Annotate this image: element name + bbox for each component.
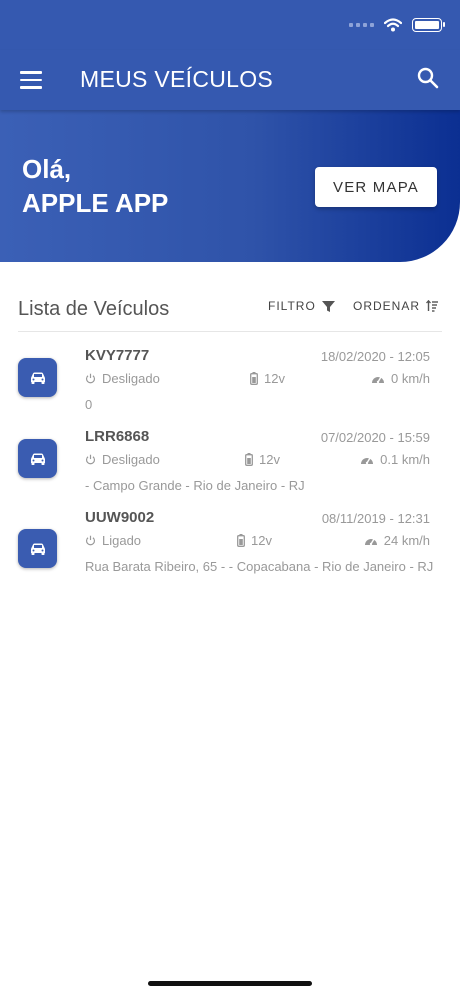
power-icon <box>85 454 96 465</box>
car-badge <box>18 439 57 478</box>
speedometer-icon <box>364 538 377 546</box>
voltage-label: 12v <box>264 371 285 386</box>
user-name: APPLE APP <box>22 188 169 218</box>
voltage-status: 12v <box>250 371 285 386</box>
battery-status-icon <box>412 18 445 32</box>
vehicle-list-item[interactable]: KVY7777 18/02/2020 - 12:05 Desligado 12v… <box>0 347 460 417</box>
car-icon <box>30 372 45 384</box>
ignition-status: Desligado <box>85 371 160 386</box>
vehicle-list-item[interactable]: UUW9002 08/11/2019 - 12:31 Ligado 12v 24… <box>0 509 460 599</box>
wifi-icon <box>384 18 402 32</box>
ignition-label: Desligado <box>102 371 160 386</box>
home-indicator[interactable] <box>148 981 312 986</box>
page-title: MEUS VEÍCULOS <box>80 66 274 92</box>
sort-icon <box>426 300 439 312</box>
filter-label: FILTRO <box>268 299 316 313</box>
search-button[interactable] <box>416 66 442 92</box>
vehicle-datetime: 08/11/2019 - 12:31 <box>321 511 430 526</box>
voltage-label: 12v <box>259 452 280 467</box>
power-icon <box>85 535 96 546</box>
ignition-status: Desligado <box>85 452 160 467</box>
search-icon <box>417 67 439 89</box>
vehicle-stats: Ligado 12v 24 km/h <box>85 533 430 551</box>
car-icon <box>30 543 45 555</box>
menu-button[interactable] <box>18 68 44 92</box>
vehicle-plate: LRR6868 <box>85 428 150 445</box>
power-icon <box>85 373 96 384</box>
vehicle-plate: UUW9002 <box>85 509 155 526</box>
greeting-text: Olá, APPLE APP <box>22 152 168 220</box>
ignition-status: Ligado <box>85 533 141 548</box>
speed-status: 24 km/h <box>364 533 430 548</box>
vehicle-address: Rua Barata Ribeiro, 65 - - Copacabana - … <box>85 559 434 574</box>
greeting-line-1: Olá, <box>22 154 72 184</box>
vehicle-stats: Desligado 12v 0.1 km/h <box>85 452 430 470</box>
signal-icon <box>349 23 374 27</box>
battery-icon <box>245 453 253 466</box>
voltage-status: 12v <box>245 452 280 467</box>
speed-status: 0 km/h <box>371 371 430 386</box>
vehicle-datetime: 07/02/2020 - 15:59 <box>320 430 430 445</box>
sort-button[interactable]: ORDENAR <box>353 299 439 313</box>
view-map-button[interactable]: VER MAPA <box>315 167 437 207</box>
speed-label: 24 km/h <box>383 533 430 548</box>
status-icons <box>349 18 445 32</box>
speed-label: 0 km/h <box>390 371 430 386</box>
ignition-label: Desligado <box>102 452 160 467</box>
vehicle-address: 0 <box>85 397 93 412</box>
vehicle-list-item[interactable]: LRR6868 07/02/2020 - 15:59 Desligado 12v… <box>0 428 460 498</box>
ignition-label: Ligado <box>102 533 142 548</box>
battery-icon <box>237 534 245 547</box>
app-bar: MEUS VEÍCULOS <box>0 50 460 110</box>
status-bar <box>0 0 460 50</box>
list-title: Lista de Veículos <box>18 298 170 320</box>
speed-label: 0.1 km/h <box>380 452 430 467</box>
car-badge <box>18 358 57 397</box>
vehicle-stats: Desligado 12v 0 km/h <box>85 371 430 389</box>
battery-icon <box>250 372 258 385</box>
greeting-banner: Olá, APPLE APP VER MAPA <box>0 110 460 262</box>
vehicle-address: - Campo Grande - Rio de Janeiro - RJ <box>85 478 305 493</box>
filter-button[interactable]: FILTRO <box>268 299 335 313</box>
car-icon <box>30 453 45 465</box>
speed-status: 0.1 km/h <box>360 452 430 467</box>
list-header: Lista de Veículos FILTRO ORDENAR <box>18 288 442 332</box>
filter-icon <box>321 300 335 312</box>
speedometer-icon <box>361 457 374 465</box>
menu-icon <box>20 71 42 74</box>
car-badge <box>18 529 57 568</box>
voltage-label: 12v <box>251 533 272 548</box>
sort-label: ORDENAR <box>353 299 421 313</box>
speedometer-icon <box>371 376 384 384</box>
vehicle-plate: KVY7777 <box>85 347 150 364</box>
voltage-status: 12v <box>237 533 272 548</box>
vehicle-datetime: 18/02/2020 - 12:05 <box>320 349 430 364</box>
